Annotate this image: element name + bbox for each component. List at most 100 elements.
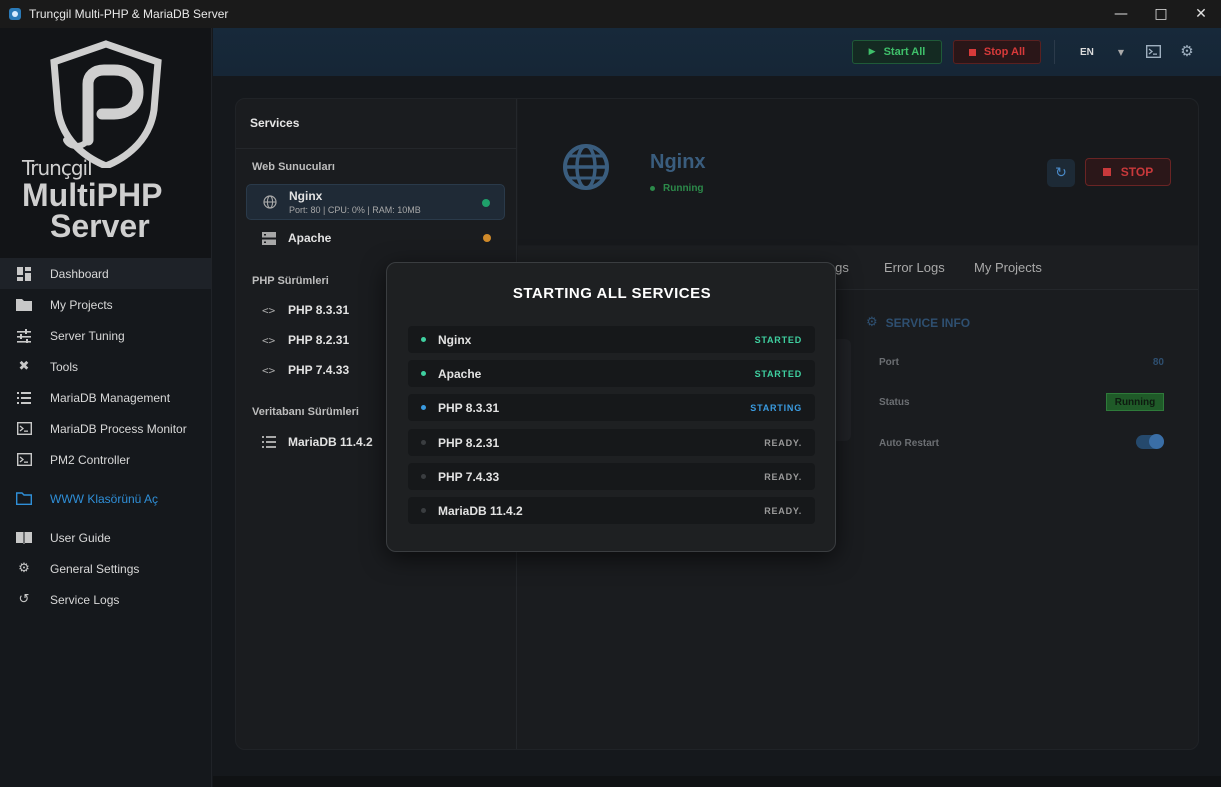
service-item-nginx[interactable]: Nginx Port: 80 | CPU: 0% | RAM: 10MB [246,184,505,220]
refresh-icon: ↻ [1055,165,1067,181]
stop-all-button[interactable]: Stop All [953,40,1041,64]
service-detail-header: Nginx Running ↻ STOP [518,99,1198,245]
auto-restart-toggle[interactable] [1136,434,1164,449]
starting-services-modal: STARTING ALL SERVICES Nginx STARTED Apac… [386,262,836,552]
sidebar-item-label: My Projects [50,297,113,312]
status-label: Status [879,397,910,408]
status-dot [421,337,426,342]
status-dot [421,474,426,479]
minimize-icon[interactable]: — [1101,0,1141,28]
globe-icon [263,195,277,209]
modal-row-name: Apache [438,367,482,381]
group-web-servers: Web Sunucuları [252,161,335,173]
sidebar-item-user-guide[interactable]: User Guide [0,522,211,553]
sidebar-item-label: Service Logs [50,592,120,607]
status-dot [483,234,491,242]
group-php-versions: PHP Sürümleri [252,275,329,287]
modal-row-php-8-2: PHP 8.2.31 READY. [408,429,815,456]
folder-icon [16,297,32,313]
close-icon[interactable]: ✕ [1181,0,1221,28]
service-item-apache[interactable]: Apache [246,220,505,256]
gear-icon[interactable]: ⚙ [1178,42,1196,60]
start-all-label: Start All [883,46,926,58]
top-header: ▶ Start All Stop All EN ▼ ⚙ [213,28,1221,76]
code-icon: <> [262,333,276,347]
info-row-status: Status Running [879,393,1164,411]
status-dot [650,186,655,191]
dashboard-icon [16,266,32,282]
gear-icon: ⚙ [866,315,878,330]
app-icon [9,8,21,20]
sidebar-item-label: Tools [50,359,79,374]
group-db-versions: Veritabanı Sürümleri [252,406,359,418]
stop-service-button[interactable]: STOP [1085,158,1171,186]
service-info-title: ⚙ SERVICE INFO [866,315,970,330]
logo-text: Trunçgil MultiPHP Server [22,156,162,242]
play-icon: ▶ [868,47,876,57]
modal-row-name: MariaDB 11.4.2 [438,504,523,518]
info-row-port: Port 80 [879,357,1164,368]
service-name: Nginx [289,189,323,203]
code-icon: <> [262,303,276,317]
sidebar-item-mariadb-management[interactable]: MariaDB Management [0,382,211,413]
title-bar: Trunçgil Multi-PHP & MariaDB Server — □ … [0,0,1221,28]
sidebar-item-mariadb-process-monitor[interactable]: MariaDB Process Monitor [0,413,211,444]
sidebar-item-label: MariaDB Process Monitor [50,421,187,436]
sidebar-item-general-settings[interactable]: ⚙ General Settings [0,553,211,584]
port-label: Port [879,357,899,368]
sidebar-item-tools[interactable]: ✖ Tools [0,351,211,382]
language-select[interactable]: EN ▼ [1071,40,1141,64]
sidebar-item-label: General Settings [50,561,140,576]
sidebar-item-service-logs[interactable]: ↺ Service Logs [0,584,211,615]
status-badge: Running [1106,393,1164,411]
folder-outline-icon [16,491,32,507]
language-value: EN [1080,46,1094,58]
status-dot [421,440,426,445]
sidebar-item-label: WWW Klasörünü Aç [50,491,159,506]
sidebar-item-label: Server Tuning [50,328,125,343]
terminal-icon[interactable] [1144,42,1162,60]
status-dot [421,508,426,513]
server-icon [262,231,276,245]
modal-row-nginx: Nginx STARTED [408,326,815,353]
sidebar-item-server-tuning[interactable]: Server Tuning [0,320,211,351]
window-title: Trunçgil Multi-PHP & MariaDB Server [29,7,229,21]
maximize-icon[interactable]: □ [1141,0,1181,28]
modal-row-state: STARTING [750,403,802,413]
code-icon: <> [262,363,276,377]
status-dot [421,371,426,376]
service-name: PHP 8.2.31 [288,333,350,347]
service-info-card: ⚙ SERVICE INFO Port 80 Status Running Au… [866,301,1170,471]
start-all-button[interactable]: ▶ Start All [852,40,942,64]
stop-icon [968,48,976,56]
status-dot [421,405,426,410]
service-detail-name: Nginx [650,151,706,173]
modal-row-mariadb: MariaDB 11.4.2 READY. [408,497,815,524]
restart-button[interactable]: ↻ [1047,159,1075,187]
service-name: PHP 8.3.31 [288,303,350,317]
modal-row-state: READY. [764,506,802,516]
tab-my-projects[interactable]: My Projects [974,260,1042,275]
modal-row-state: READY. [764,438,802,448]
sidebar-item-dashboard[interactable]: Dashboard [0,258,211,289]
sidebar-item-my-projects[interactable]: My Projects [0,289,211,320]
service-stats: Port: 80 | CPU: 0% | RAM: 10MB [289,205,421,215]
tools-icon: ✖ [18,359,30,374]
sidebar-item-label: MariaDB Management [50,390,171,405]
sidebar-item-label: User Guide [50,530,111,545]
sidebar-item-label: Dashboard [50,266,109,281]
sidebar-item-open-www-folder[interactable]: WWW Klasörünü Aç [0,483,211,514]
tab-error-logs[interactable]: Error Logs [884,260,945,275]
modal-title: STARTING ALL SERVICES [512,285,712,302]
status-dot [482,199,490,207]
status-bar [213,776,1221,787]
terminal-icon [16,452,32,468]
port-value: 80 [1152,357,1164,368]
sidebar-item-pm2-controller[interactable]: PM2 Controller [0,444,211,475]
service-detail-status: Running [650,183,704,194]
service-info-label: SERVICE INFO [885,315,971,330]
auto-restart-label: Auto Restart [879,438,940,449]
window-controls: — □ ✕ [1101,0,1221,28]
history-icon: ↺ [18,592,30,607]
modal-row-apache: Apache STARTED [408,360,815,387]
